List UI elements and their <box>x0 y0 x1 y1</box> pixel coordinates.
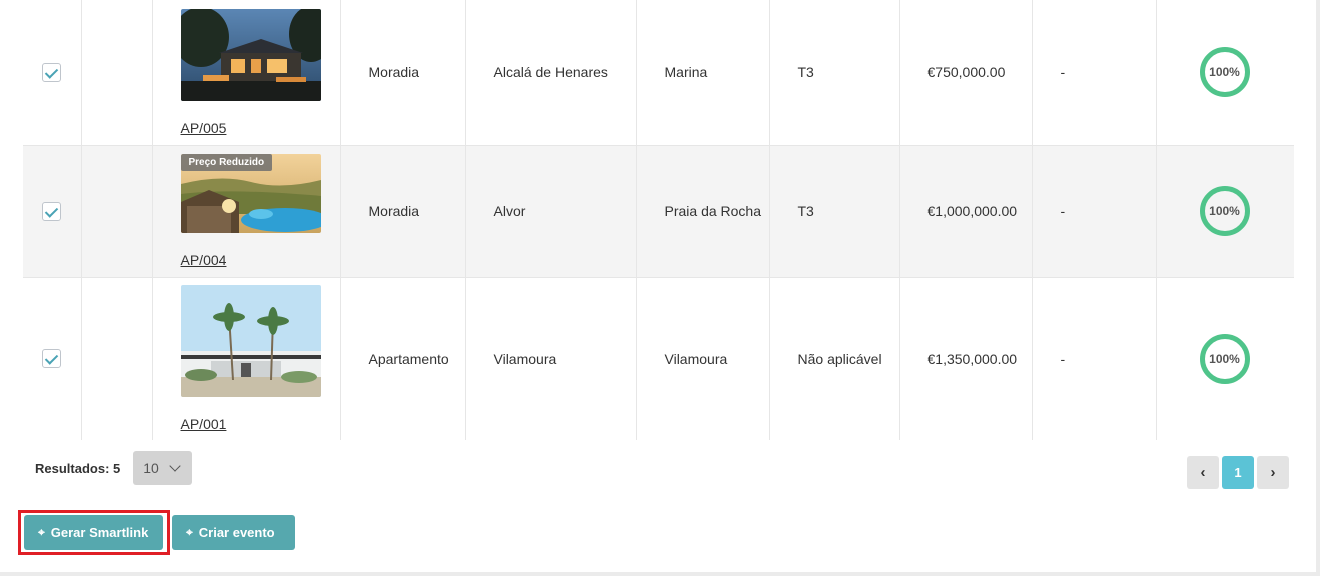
property-type: Apartamento <box>339 277 465 440</box>
property-typology: T3 <box>768 145 899 278</box>
prev-page-button[interactable]: ‹ <box>1187 456 1219 489</box>
create-event-button[interactable]: ⌖ Criar evento <box>172 515 295 550</box>
property-extra: - <box>1031 145 1156 278</box>
property-price: €1,000,000.00 <box>898 145 1032 278</box>
property-extra: - <box>1031 277 1156 440</box>
page-size-value: 10 <box>143 460 159 476</box>
results-count: Resultados: 5 <box>35 460 121 476</box>
row-checkbox[interactable] <box>42 349 62 369</box>
table-row[interactable]: AP/001 Apartamento Vilamoura Vilamoura N… <box>23 277 1294 440</box>
create-event-label: Criar evento <box>198 525 275 540</box>
property-zone: Vilamoura <box>635 277 769 440</box>
property-photo[interactable] <box>180 285 321 398</box>
property-price: €1,350,000.00 <box>898 277 1032 440</box>
results-panel: AP/005 Moradia Alcalá de Henares Marina … <box>0 0 1316 572</box>
property-municipality: Vilamoura <box>464 277 636 440</box>
property-extra: - <box>1031 0 1156 146</box>
results-summary: Resultados: 5 10 <box>35 451 193 485</box>
property-photo[interactable]: Preço Reduzido <box>180 154 321 233</box>
property-price: €750,000.00 <box>898 0 1032 146</box>
chevron-down-icon <box>169 459 181 472</box>
property-reference-link[interactable]: AP/004 <box>181 252 227 268</box>
page-1-button[interactable]: 1 <box>1222 456 1254 489</box>
next-page-button[interactable]: › <box>1257 456 1289 489</box>
row-checkbox[interactable] <box>42 62 62 82</box>
property-type: Moradia <box>339 0 465 146</box>
pagination: ‹ 1 › <box>1187 456 1289 489</box>
table-row[interactable]: AP/005 Moradia Alcalá de Henares Marina … <box>23 0 1294 146</box>
table-row[interactable]: Preço Reduzido AP/004 Moradia Alvor Prai… <box>23 145 1294 278</box>
property-photo[interactable] <box>180 8 321 101</box>
property-zone: Marina <box>635 0 769 146</box>
highlight-box <box>18 510 170 555</box>
property-municipality: Alcalá de Henares <box>464 0 636 146</box>
page-size-select[interactable]: 10 <box>133 451 193 485</box>
property-typology: T3 <box>768 0 899 146</box>
property-zone: Praia da Rocha <box>635 145 769 278</box>
property-municipality: Alvor <box>464 145 636 278</box>
property-reference-link[interactable]: AP/001 <box>181 416 227 432</box>
completion-ring: 100% <box>1199 186 1250 236</box>
price-reduced-badge: Preço Reduzido <box>180 154 273 171</box>
properties-table: AP/005 Moradia Alcalá de Henares Marina … <box>23 0 1294 440</box>
property-reference-link[interactable]: AP/005 <box>181 120 227 136</box>
property-typology: Não aplicável <box>768 277 899 440</box>
row-checkbox[interactable] <box>42 201 62 221</box>
property-type: Moradia <box>339 145 465 278</box>
crosshair-icon: ⌖ <box>186 525 193 539</box>
completion-ring: 100% <box>1199 47 1250 98</box>
completion-ring: 100% <box>1199 333 1250 384</box>
